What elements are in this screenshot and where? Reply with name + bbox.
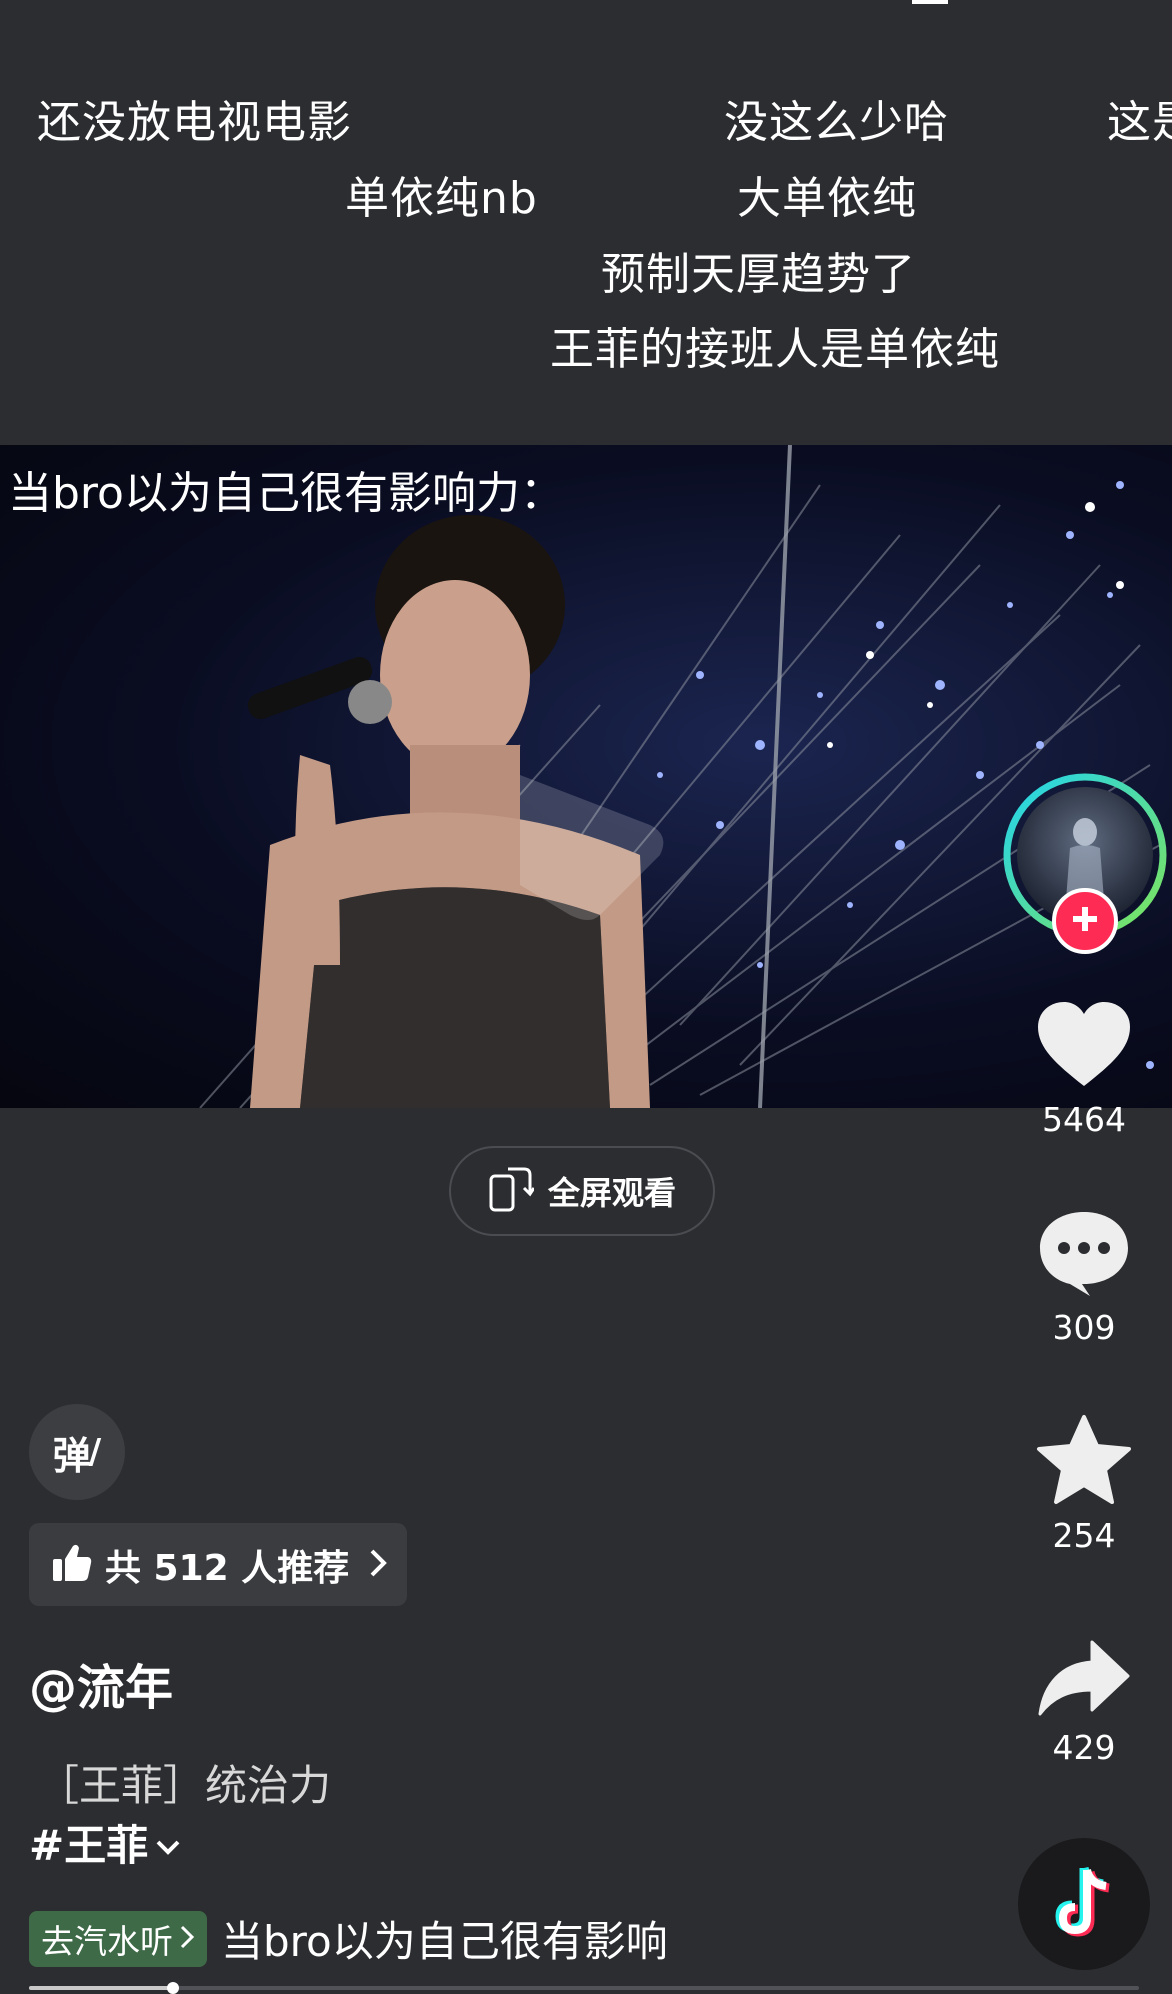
share-button[interactable]: 429 xyxy=(1012,1638,1156,1767)
danmaku-comment: 这是 xyxy=(1107,97,1172,148)
post-description: ［王菲］统治力 xyxy=(37,1761,332,1810)
thumbs-up-icon xyxy=(51,1543,93,1587)
chevron-down-icon xyxy=(154,1818,182,1867)
favorite-button[interactable]: 254 xyxy=(1012,1414,1156,1555)
share-count: 429 xyxy=(1052,1728,1116,1767)
open-in-music-app-button[interactable]: 去汽水听 xyxy=(29,1910,207,1967)
follow-plus-button[interactable] xyxy=(1052,888,1118,954)
playback-scrubber[interactable] xyxy=(167,1982,180,1994)
danmaku-comment: 没这么少哈 xyxy=(724,97,949,148)
danmaku-toggle-label: 弹 xyxy=(52,1433,91,1478)
favorite-count: 254 xyxy=(1052,1516,1116,1555)
hashtag-text: #王菲 xyxy=(29,1821,149,1870)
recommend-count-label: 共 512 人推荐 xyxy=(105,1547,350,1589)
hashtag-link[interactable]: #王菲 xyxy=(29,1812,182,1873)
star-icon xyxy=(1036,1414,1132,1510)
fullscreen-button[interactable]: 全屏观看 xyxy=(449,1146,715,1236)
music-title: 当bro以为自己很有影响 xyxy=(221,1917,668,1966)
music-disc[interactable] xyxy=(1018,1838,1150,1970)
comment-bubble-icon xyxy=(1036,1208,1132,1302)
fullscreen-icon xyxy=(488,1164,536,1218)
author-name[interactable]: @流年 xyxy=(29,1648,173,1718)
playback-progress-fill xyxy=(29,1986,174,1990)
creator-avatar[interactable] xyxy=(1000,770,1170,954)
video-caption: 当bro以为自己很有影响力： xyxy=(8,468,564,519)
chevron-right-icon xyxy=(367,1547,389,1583)
slash-icon: / xyxy=(88,1432,102,1472)
danmaku-comment: 单依纯nb xyxy=(345,173,538,224)
video-player[interactable]: 当bro以为自己很有影响力： xyxy=(0,445,1172,1108)
heart-icon xyxy=(1036,1000,1132,1094)
like-count: 5464 xyxy=(1042,1100,1126,1139)
fullscreen-label: 全屏观看 xyxy=(547,1174,676,1212)
danmaku-comment: 王菲的接班人是单依纯 xyxy=(550,324,1000,375)
comment-count: 309 xyxy=(1052,1308,1116,1347)
share-arrow-icon xyxy=(1036,1638,1132,1722)
comment-button[interactable]: 309 xyxy=(1012,1208,1156,1347)
top-indicator xyxy=(912,0,948,4)
danmaku-comment: 大单依纯 xyxy=(737,173,917,224)
recommend-pill[interactable]: 共 512 人推荐 xyxy=(29,1523,407,1606)
danmaku-comment: 还没放电视电影 xyxy=(37,97,352,148)
tiktok-logo-icon xyxy=(1054,1866,1116,1944)
chevron-right-icon xyxy=(179,1919,195,1958)
music-pill-label: 去汽水听 xyxy=(41,1921,173,1961)
danmaku-comment: 预制天厚趋势了 xyxy=(601,249,916,300)
stage-scene xyxy=(199,445,1161,1108)
music-row[interactable]: 去汽水听 当bro以为自己很有影响 xyxy=(29,1908,668,1969)
plus-icon xyxy=(1070,904,1100,938)
danmaku-toggle-button[interactable]: 弹 / xyxy=(29,1404,125,1500)
playback-progress-bar[interactable] xyxy=(29,1982,1139,1994)
like-button[interactable]: 5464 xyxy=(1012,1000,1156,1139)
